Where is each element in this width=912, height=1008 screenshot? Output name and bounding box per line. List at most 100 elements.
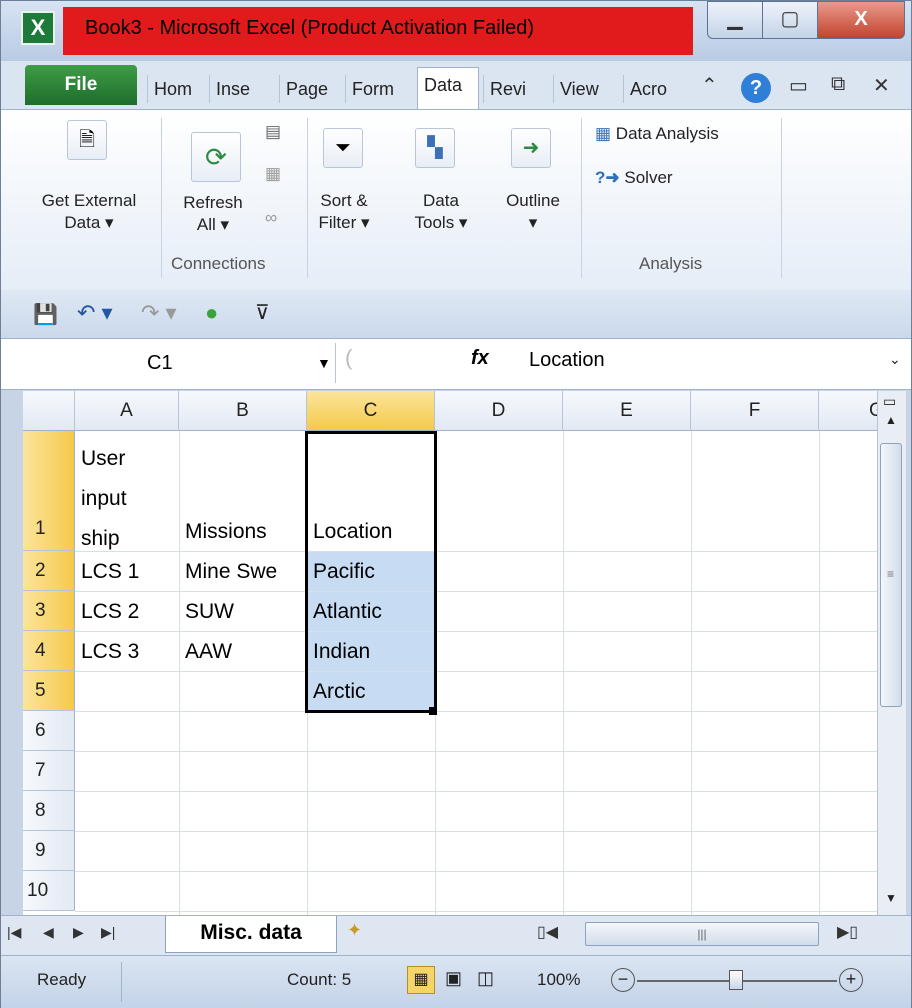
row-header-3[interactable]: 3 (23, 591, 75, 631)
cell-a1[interactable]: User input ship (81, 439, 127, 559)
solver-button[interactable]: ?➜ Solver (595, 168, 673, 188)
cell-a1-line: input (81, 487, 127, 510)
select-all-corner[interactable] (23, 391, 75, 431)
gridline (75, 871, 877, 872)
excel-app-icon[interactable]: X (21, 11, 55, 45)
properties-icon[interactable]: ▦ (265, 164, 281, 184)
tab-split-icon[interactable]: ▯◀ (537, 922, 558, 942)
row-header-10[interactable]: 10 (23, 871, 75, 911)
help-icon[interactable]: ? (741, 73, 771, 103)
row-header-6[interactable]: 6 (23, 711, 75, 751)
zoom-out-icon[interactable]: − (611, 968, 635, 992)
row-header-1[interactable]: 1 (23, 431, 75, 551)
gridline (691, 431, 692, 915)
refresh-all-button[interactable]: Refresh All ▾ (169, 192, 257, 236)
scroll-down-icon[interactable]: ▼ (885, 891, 897, 905)
cell-b1[interactable]: Missions (185, 520, 267, 544)
first-sheet-icon[interactable]: |◀ (7, 924, 21, 941)
redo-icon[interactable]: ↷ ▾ (141, 300, 177, 326)
row-header-7[interactable]: 7 (23, 751, 75, 791)
workbook-minimize-icon[interactable]: ▭ (789, 73, 808, 98)
formula-bar-handle-icon[interactable]: ( (345, 345, 352, 371)
next-sheet-icon[interactable]: ▶ (73, 924, 84, 941)
row-header-2[interactable]: 2 (23, 551, 75, 591)
workbook-close-icon[interactable]: ✕ (873, 73, 890, 98)
refresh-all-icon: ⟳ (191, 132, 241, 182)
page-break-view-icon[interactable]: ◫ (477, 968, 494, 989)
page-layout-view-icon[interactable]: ▣ (445, 968, 462, 989)
insert-sheet-icon[interactable]: ✦ (347, 920, 362, 941)
horizontal-scroll-thumb[interactable]: ||| (585, 922, 819, 946)
title-bar: X Book3 - Microsoft Excel (Product Activ… (1, 1, 911, 61)
tab-insert[interactable]: Inse (209, 75, 277, 103)
gridline (75, 551, 877, 552)
tab-file[interactable]: File (25, 65, 137, 105)
scroll-right-icon[interactable]: ▶▯ (837, 922, 858, 942)
close-button[interactable]: X (817, 1, 905, 39)
column-header-b[interactable]: B (179, 391, 307, 431)
data-tools-button[interactable]: Data Tools ▾ (403, 190, 479, 234)
expand-formula-bar-icon[interactable]: ⌄ (889, 351, 901, 368)
tab-home[interactable]: Hom (147, 75, 207, 103)
sheet-tab-misc-data[interactable]: Misc. data (165, 916, 337, 953)
name-box[interactable]: C1 ▼ (25, 343, 336, 383)
name-box-dropdown-icon[interactable]: ▼ (317, 343, 331, 383)
column-header-c[interactable]: C (307, 391, 435, 431)
insert-function-icon[interactable]: fx (471, 347, 489, 370)
minimize-button[interactable]: ▁ (707, 1, 763, 39)
get-external-data-button[interactable]: Get External Data ▾ (23, 190, 155, 234)
vertical-scrollbar[interactable]: ▭ ▲ ≡ ▼ (877, 391, 906, 915)
row-header-5[interactable]: 5 (23, 671, 75, 711)
gridline (819, 431, 820, 915)
cell-b4[interactable]: AAW (185, 640, 232, 664)
undo-icon[interactable]: ↶ ▾ (77, 300, 113, 326)
worksheet-grid[interactable]: A B C D E F G 1 2 3 4 5 6 7 8 9 10 User … (23, 391, 877, 915)
formula-value[interactable]: Location (529, 349, 605, 372)
connections-group-label: Connections (171, 254, 266, 273)
scroll-up-icon[interactable]: ▲ (885, 413, 897, 427)
connections-icon[interactable]: ▤ (265, 122, 281, 142)
tab-review[interactable]: Revi (483, 75, 547, 103)
cell-b2[interactable]: Mine Swe (185, 560, 307, 584)
column-header-a[interactable]: A (75, 391, 179, 431)
maximize-button[interactable]: ▢ (762, 1, 818, 39)
row-header-8[interactable]: 8 (23, 791, 75, 831)
cell-b3[interactable]: SUW (185, 600, 234, 624)
data-analysis-button[interactable]: ▦ Data Analysis (595, 124, 719, 144)
cell-a4[interactable]: LCS 3 (81, 640, 139, 664)
status-divider (121, 962, 122, 1002)
thumb-grip-icon: ≡ (887, 567, 895, 581)
column-header-d[interactable]: D (435, 391, 563, 431)
save-icon[interactable]: 💾 (33, 302, 58, 327)
sort-filter-label: Sort & (320, 191, 368, 210)
prev-sheet-icon[interactable]: ◀ (43, 924, 54, 941)
edit-links-icon[interactable]: ∞ (265, 208, 277, 228)
macro-circle-icon[interactable]: ● (205, 300, 218, 326)
tab-data[interactable]: Data (417, 67, 479, 109)
tab-acrobat[interactable]: Acro (623, 75, 685, 103)
row-header-4[interactable]: 4 (23, 631, 75, 671)
sort-filter-button[interactable]: Sort & Filter ▾ (313, 190, 375, 234)
cell-a3[interactable]: LCS 2 (81, 600, 139, 624)
normal-view-icon[interactable]: ▦ (407, 966, 435, 994)
outline-button[interactable]: Outline ▾ (491, 190, 575, 234)
split-box-icon[interactable]: ▭ (883, 393, 896, 410)
zoom-slider-thumb[interactable] (729, 970, 743, 990)
row-header-9[interactable]: 9 (23, 831, 75, 871)
minimize-ribbon-icon[interactable]: ⌃ (701, 73, 718, 98)
zoom-in-icon[interactable]: + (839, 968, 863, 992)
gridline (75, 831, 877, 832)
fill-handle[interactable] (429, 707, 437, 715)
column-header-g[interactable]: G (819, 391, 877, 431)
workbook-restore-icon[interactable]: ⧉ (831, 73, 845, 96)
customize-qat-icon[interactable]: ⊽ (255, 300, 270, 325)
cell-a2[interactable]: LCS 1 (81, 560, 139, 584)
tab-formulas[interactable]: Form (345, 75, 415, 103)
column-header-e[interactable]: E (563, 391, 691, 431)
tab-view[interactable]: View (553, 75, 619, 103)
column-header-f[interactable]: F (691, 391, 819, 431)
excel-window: X Book3 - Microsoft Excel (Product Activ… (0, 0, 912, 1008)
zoom-level[interactable]: 100% (537, 970, 580, 990)
last-sheet-icon[interactable]: ▶| (101, 924, 115, 941)
tab-page-layout[interactable]: Page (279, 75, 343, 103)
